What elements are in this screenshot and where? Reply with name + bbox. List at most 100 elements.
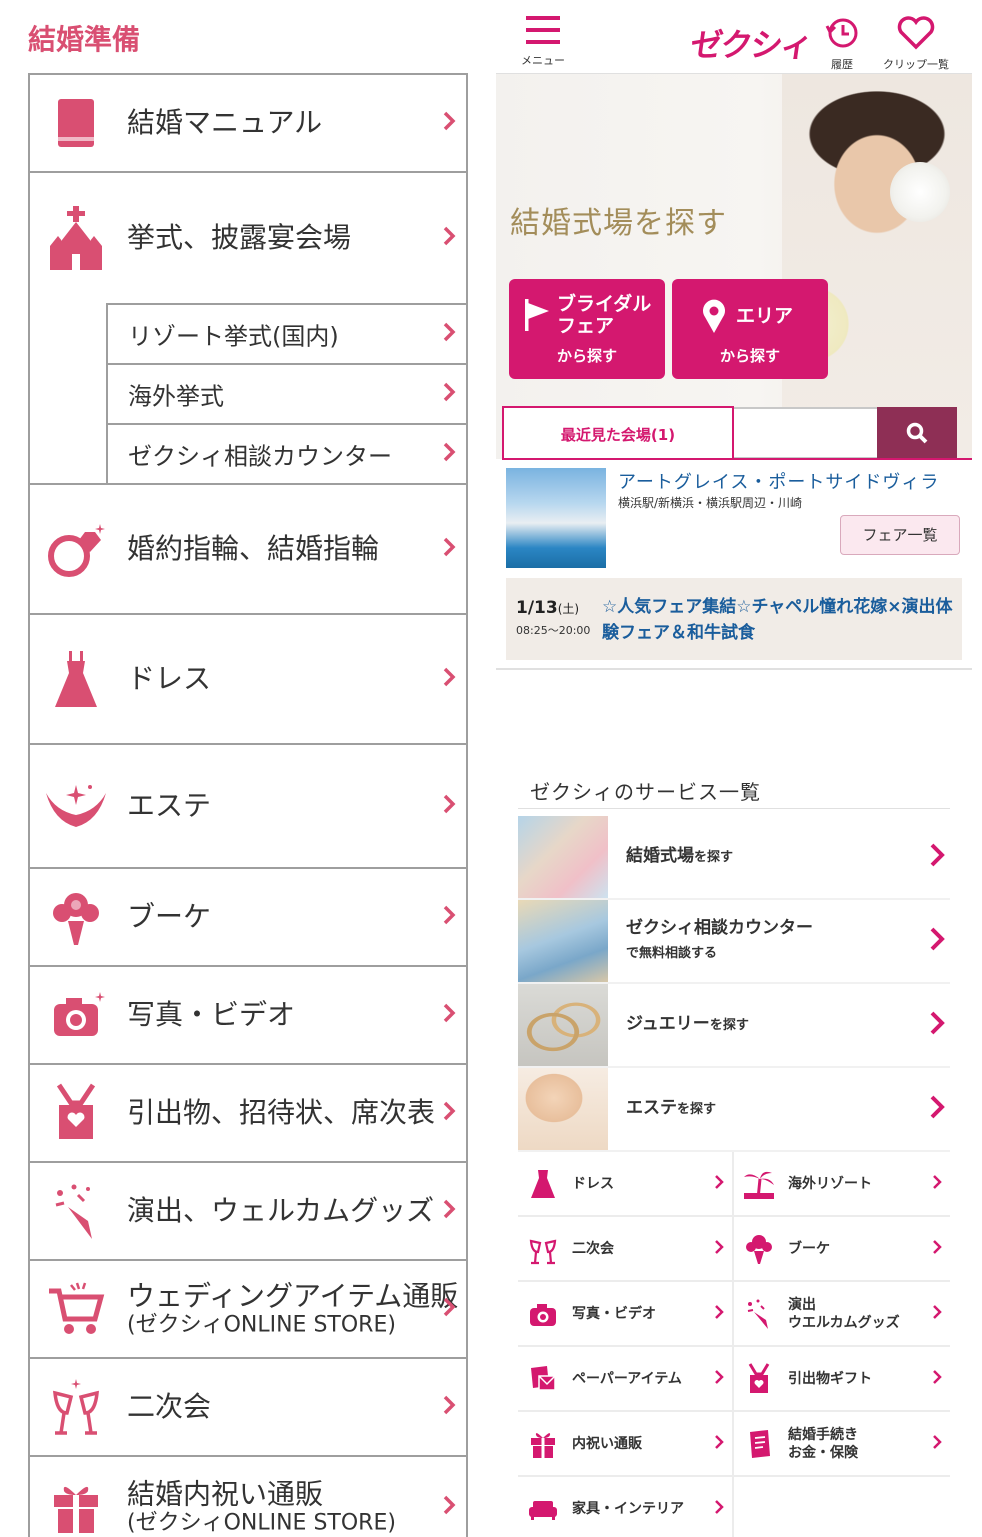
grid-item-label: ペーパーアイテム: [572, 1370, 682, 1387]
left-item-label: 二次会: [127, 1389, 212, 1423]
camera-icon: [526, 1297, 560, 1331]
ring-icon: [44, 517, 108, 581]
chevron-right-icon: [714, 1174, 724, 1194]
venue-name-link[interactable]: アートグレイス・ポートサイドヴィラ: [618, 468, 939, 494]
clip-list-button[interactable]: クリップ一覧: [874, 16, 958, 72]
left-item-label: 引出物、招待状、席次表: [127, 1095, 436, 1129]
left-item-label-sub: (ゼクシィONLINE STORE): [127, 1510, 396, 1536]
chevron-right-icon: [442, 1296, 456, 1322]
service-label-main: 結婚式場: [626, 846, 694, 866]
left-item-manual[interactable]: 結婚マニュアル: [30, 75, 466, 173]
chapel-icon: [44, 206, 108, 270]
history-button[interactable]: 履歴: [822, 16, 862, 72]
hamburger-icon: [526, 16, 560, 44]
left-item-label-main: 結婚内祝い通販: [127, 1477, 324, 1511]
bridal-fair-search-button[interactable]: ブライダル フェア から探す: [509, 279, 665, 379]
grid-item-return-gift-store[interactable]: 内祝い通販: [518, 1412, 734, 1475]
left-subitem-label: ゼクシィ相談カウンター: [128, 442, 392, 471]
chevron-right-icon: [714, 1499, 724, 1519]
grid-item-afterparty[interactable]: 二次会: [518, 1217, 734, 1280]
palm-resort-icon: [742, 1167, 776, 1201]
left-item-dress[interactable]: ドレス: [30, 615, 466, 745]
grid-item-label: 演出 ウエルカムグッズ: [788, 1296, 900, 1331]
chevron-right-icon: [714, 1434, 724, 1454]
champagne-icon: [526, 1232, 560, 1266]
chevron-right-icon: [442, 1100, 456, 1126]
left-item-gifts[interactable]: 引出物、招待状、席次表: [30, 1065, 466, 1163]
left-item-bouquet[interactable]: ブーケ: [30, 869, 466, 967]
chevron-right-icon: [442, 904, 456, 930]
chevron-right-icon: [714, 1304, 724, 1324]
tab-underline: [502, 458, 972, 460]
service-label-main: エステ: [626, 1098, 677, 1118]
service-label: 結婚式場を探す: [626, 844, 733, 870]
recent-venues-tab[interactable]: 最近見た会場(1): [502, 406, 734, 460]
grid-item-furniture[interactable]: 家具・インテリア: [518, 1477, 734, 1537]
area-search-button[interactable]: エリア から探す: [672, 279, 828, 379]
gift-bag-icon: [742, 1362, 776, 1396]
fair-event-card[interactable]: 1/13(土) 08:25〜20:00 ☆人気フェア集結☆チャペル憧れ花嫁×演出…: [506, 578, 962, 660]
grid-item-return-gift[interactable]: 引出物ギフト: [734, 1347, 950, 1410]
service-thumbnail: [518, 984, 608, 1066]
paper-icon: [526, 1362, 560, 1396]
search-icon: [906, 422, 928, 444]
left-item-label: エステ: [127, 788, 212, 822]
chevron-right-icon: [714, 1369, 724, 1389]
menu-button[interactable]: メニュー: [514, 16, 572, 68]
grid-item-overseas-resort[interactable]: 海外リゾート: [734, 1152, 950, 1215]
left-subitem-resort-domestic[interactable]: リゾート挙式(国内): [106, 303, 466, 363]
grid-item-label: 結婚手続き お金・保険: [788, 1426, 858, 1461]
left-item-photo[interactable]: 写真・ビデオ: [30, 967, 466, 1065]
chevron-right-icon: [442, 666, 456, 692]
event-title-link[interactable]: ☆人気フェア集結☆チャペル憧れ花嫁×演出体験フェア＆和牛試食: [602, 594, 956, 646]
left-item-afterparty[interactable]: 二次会: [30, 1359, 466, 1457]
left-item-label: ドレス: [127, 661, 212, 695]
book-icon: [44, 91, 108, 155]
clip-list-label: クリップ一覧: [883, 58, 949, 71]
search-button[interactable]: [877, 407, 957, 459]
grid-item-dress[interactable]: ドレス: [518, 1152, 734, 1215]
service-thumbnail: [518, 1068, 608, 1150]
dress-icon: [44, 647, 108, 711]
left-item-rings[interactable]: 婚約指輪、結婚指輪: [30, 485, 466, 615]
grid-item-bouquet[interactable]: ブーケ: [734, 1217, 950, 1280]
app-header: メニュー ゼクシィ 履歴 クリップ一覧: [496, 0, 972, 74]
left-item-return-gift[interactable]: 結婚内祝い通販 (ゼクシィONLINE STORE): [30, 1457, 466, 1537]
service-item-jewelry[interactable]: ジュエリーを探す: [518, 984, 950, 1068]
grid-item-procedures[interactable]: 結婚手続き お金・保険: [734, 1412, 950, 1475]
zexy-logo[interactable]: ゼクシィ: [688, 20, 814, 66]
menu-label: メニュー: [521, 54, 565, 67]
service-thumbnail: [518, 900, 608, 982]
left-item-label: ウェディングアイテム通販 (ゼクシィONLINE STORE): [127, 1280, 458, 1338]
venue-thumbnail[interactable]: [506, 468, 606, 568]
service-item-counter[interactable]: ゼクシィ相談カウンター で無料相談する: [518, 900, 950, 984]
left-item-esthe[interactable]: エステ: [30, 745, 466, 869]
left-item-online-store[interactable]: ウェディングアイテム通販 (ゼクシィONLINE STORE): [30, 1261, 466, 1359]
grid-item-production[interactable]: 演出 ウエルカムグッズ: [734, 1282, 950, 1345]
service-label-suffix: を探す: [709, 1018, 749, 1033]
event-day-of-week: (土): [557, 602, 580, 616]
bridal-fair-sub: から探す: [556, 347, 617, 365]
grid-item-paper[interactable]: ペーパーアイテム: [518, 1347, 734, 1410]
flag-icon: [523, 299, 551, 335]
recent-venue-card: アートグレイス・ポートサイドヴィラ 横浜駅/新横浜・横浜駅周辺・川崎 フェア一覧: [506, 468, 968, 568]
left-item-production[interactable]: 演出、ウェルカムグッズ: [30, 1163, 466, 1261]
left-subitem-overseas[interactable]: 海外挙式: [106, 363, 466, 423]
service-item-esthe[interactable]: エステを探す: [518, 1068, 950, 1152]
camera-icon: [44, 983, 108, 1047]
left-item-venue[interactable]: 挙式、披露宴会場: [30, 173, 466, 303]
grid-item-label: ブーケ: [788, 1240, 830, 1257]
bouquet-icon: [742, 1232, 776, 1266]
chevron-right-icon: [928, 1009, 946, 1041]
champagne-icon: [44, 1375, 108, 1439]
service-item-venue[interactable]: 結婚式場を探す: [518, 816, 950, 900]
chevron-right-icon: [928, 841, 946, 873]
left-subitem-counter[interactable]: ゼクシィ相談カウンター: [106, 423, 466, 483]
event-date: 1/13(土): [516, 598, 579, 618]
chevron-right-icon: [932, 1304, 942, 1324]
grid-item-photo[interactable]: 写真・ビデオ: [518, 1282, 734, 1345]
esthe-hands-icon: [44, 774, 108, 838]
left-item-label: 婚約指輪、結婚指輪: [127, 531, 380, 565]
chevron-right-icon: [932, 1174, 942, 1194]
fair-list-button[interactable]: フェア一覧: [840, 515, 960, 555]
